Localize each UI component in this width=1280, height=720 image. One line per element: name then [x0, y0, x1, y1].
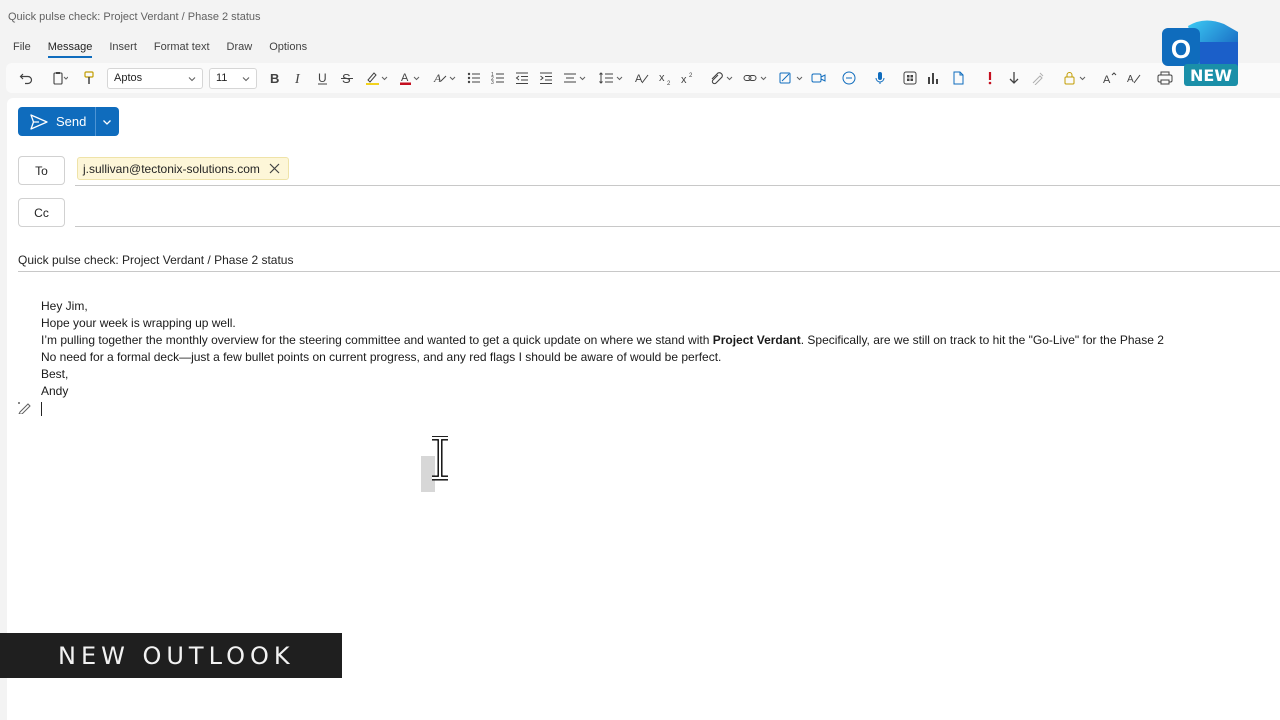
body-line: Hope your week is wrapping up well.: [41, 316, 236, 330]
sensitivity-icon[interactable]: [1030, 63, 1046, 93]
body-line: [41, 400, 1280, 417]
superscript-icon[interactable]: x2: [680, 63, 696, 93]
body-line: Hey Jim,: [41, 299, 88, 313]
body-line: Andy: [41, 384, 69, 398]
subject-underline: [18, 271, 1280, 272]
chevron-down-icon: [187, 72, 197, 91]
outlook-new-logo: O NEW: [1160, 16, 1240, 90]
numbering-icon[interactable]: 123: [490, 63, 506, 93]
menu-tabs: File Message Insert Format text Draw Opt…: [13, 40, 324, 58]
title-bar: Quick pulse check: Project Verdant / Pha…: [0, 0, 1280, 36]
font-family-value: Aptos: [114, 72, 143, 84]
clipboard-icon[interactable]: [46, 63, 74, 93]
editor-icon[interactable]: A: [1102, 63, 1118, 93]
clear-format-icon[interactable]: A: [432, 63, 458, 93]
svg-text:A: A: [635, 73, 643, 85]
svg-text:A: A: [1103, 74, 1111, 85]
svg-text:3: 3: [491, 80, 494, 85]
apps-icon[interactable]: [902, 63, 918, 93]
bullets-icon[interactable]: [466, 63, 482, 93]
close-icon[interactable]: [269, 163, 280, 174]
tab-draw[interactable]: Draw: [227, 40, 253, 58]
body-line: Best,: [41, 367, 69, 381]
svg-text:2: 2: [689, 73, 693, 79]
send-button[interactable]: Send: [18, 107, 119, 136]
svg-text:x: x: [681, 74, 687, 85]
dictate-icon[interactable]: [872, 63, 888, 93]
body-line: No need for a formal deck—just a few bul…: [41, 350, 722, 364]
chevron-down-icon: [241, 72, 251, 91]
lock-icon[interactable]: [1062, 63, 1090, 93]
text-caret: [41, 401, 42, 416]
svg-text:A: A: [433, 71, 442, 85]
tab-file[interactable]: File: [13, 40, 31, 58]
cc-input[interactable]: [77, 198, 1277, 220]
importance-low-icon[interactable]: [1006, 63, 1022, 93]
meeting-icon[interactable]: [810, 63, 828, 93]
to-underline: [75, 185, 1280, 186]
ribbon-toolbar: Aptos 11 B I U S A A 123 A x2 x2 A A: [6, 63, 1280, 93]
compose-pane: Send To j.sullivan@tectonix-solutions.co…: [7, 98, 1280, 720]
importance-high-icon[interactable]: [982, 63, 998, 93]
font-size-select[interactable]: 11: [209, 68, 257, 89]
svg-text:B: B: [270, 71, 279, 85]
body-text: I’m pulling together the monthly overvie…: [41, 333, 713, 347]
send-divider: [95, 107, 96, 136]
strikethrough-icon[interactable]: S: [340, 63, 354, 93]
tab-message[interactable]: Message: [47, 40, 93, 58]
cc-underline: [75, 226, 1280, 227]
pen-icon[interactable]: [17, 400, 33, 419]
font-size-value: 11: [216, 72, 228, 84]
subscript-icon[interactable]: x2: [658, 63, 674, 93]
translate-icon[interactable]: A: [1126, 63, 1142, 93]
tab-insert[interactable]: Insert: [109, 40, 137, 58]
body-line: I’m pulling together the monthly overvie…: [41, 332, 1280, 349]
banner-text: NEW OUTLOOK: [58, 641, 295, 670]
styles-icon[interactable]: A: [634, 63, 650, 93]
svg-text:x: x: [659, 72, 665, 84]
recipient-chip[interactable]: j.sullivan@tectonix-solutions.com: [77, 157, 289, 180]
svg-text:U: U: [318, 71, 327, 85]
align-icon[interactable]: [562, 63, 590, 93]
link-icon[interactable]: [742, 63, 770, 93]
increase-indent-icon[interactable]: [538, 63, 554, 93]
chevron-down-icon[interactable]: [101, 115, 113, 133]
font-color-icon[interactable]: A: [398, 63, 424, 93]
to-button[interactable]: To: [18, 156, 65, 185]
svg-text:A: A: [1127, 74, 1134, 85]
line-spacing-icon[interactable]: [598, 63, 626, 93]
send-icon: [30, 113, 48, 130]
chart-icon[interactable]: [926, 63, 942, 93]
attach-icon[interactable]: [708, 63, 736, 93]
svg-text:A: A: [401, 72, 409, 84]
format-painter-icon[interactable]: [80, 63, 98, 93]
svg-text:I: I: [294, 72, 301, 85]
window-title: Quick pulse check: Project Verdant / Pha…: [8, 11, 261, 23]
subject-input[interactable]: [18, 250, 1278, 270]
file-icon[interactable]: [950, 63, 966, 93]
underline-icon[interactable]: U: [316, 63, 330, 93]
bold-icon[interactable]: B: [268, 63, 282, 93]
italic-icon[interactable]: I: [292, 63, 306, 93]
send-label: Send: [56, 114, 87, 129]
signature-icon[interactable]: [778, 63, 806, 93]
logo-badge: NEW: [1190, 66, 1232, 85]
body-bold-text: Project Verdant: [712, 333, 801, 347]
highlight-icon[interactable]: [364, 63, 390, 93]
body-text: . Specifically, are we still on track to…: [800, 333, 1164, 347]
cc-button[interactable]: Cc: [18, 198, 65, 227]
new-outlook-banner: NEW OUTLOOK: [0, 633, 342, 678]
recipient-email: j.sullivan@tectonix-solutions.com: [83, 161, 260, 176]
decrease-indent-icon[interactable]: [514, 63, 530, 93]
tab-options[interactable]: Options: [269, 40, 307, 58]
svg-text:2: 2: [667, 81, 671, 85]
tab-format-text[interactable]: Format text: [154, 40, 210, 58]
loop-icon[interactable]: [840, 63, 858, 93]
font-family-select[interactable]: Aptos: [107, 68, 203, 89]
undo-icon[interactable]: [12, 63, 40, 93]
message-body[interactable]: Hey Jim, Hope your week is wrapping up w…: [41, 298, 1280, 417]
logo-letter: O: [1171, 34, 1191, 64]
text-cursor-icon: [419, 435, 459, 501]
